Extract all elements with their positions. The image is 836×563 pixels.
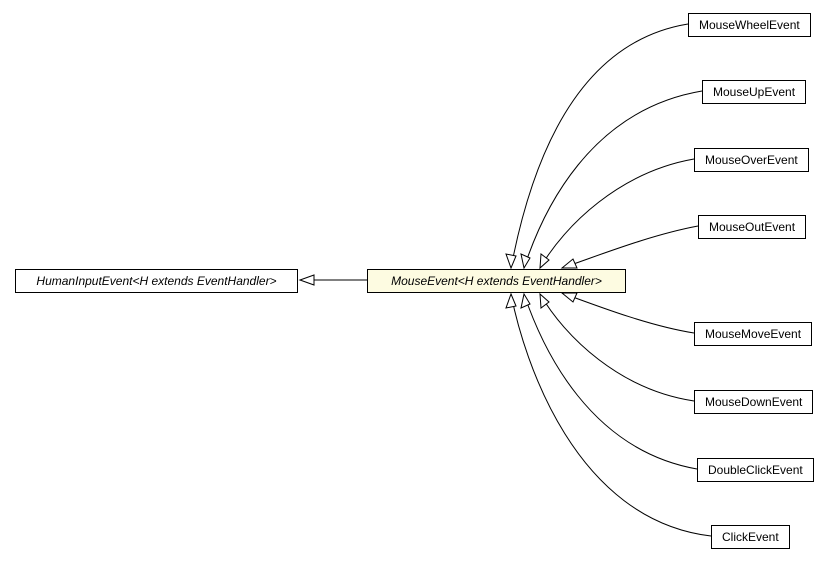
arrowhead-mousewheel (506, 254, 516, 268)
edge-mousedown (540, 294, 694, 401)
edge-mouseup (524, 91, 702, 268)
edge-click (511, 294, 711, 536)
arrowhead-humaninput (300, 275, 314, 285)
arrowhead-doubleclick (521, 294, 530, 308)
node-mouse-wheel-event[interactable]: MouseWheelEvent (688, 13, 811, 37)
edge-mousemove (562, 293, 694, 333)
node-human-input-event[interactable]: HumanInputEvent<H extends EventHandler> (15, 269, 298, 293)
node-mouse-down-event[interactable]: MouseDownEvent (694, 390, 813, 414)
node-mouse-event[interactable]: MouseEvent<H extends EventHandler> (367, 269, 626, 293)
arrowhead-mousedown (540, 294, 549, 308)
arrowhead-mouseup (521, 254, 530, 268)
node-click-event[interactable]: ClickEvent (711, 525, 790, 549)
arrowhead-mouseover (540, 254, 549, 268)
arrowhead-mouseout (562, 259, 577, 268)
node-mouse-move-event[interactable]: MouseMoveEvent (694, 322, 812, 346)
node-mouse-out-event[interactable]: MouseOutEvent (698, 215, 806, 239)
edge-mouseout (562, 226, 698, 268)
arrowhead-click (506, 294, 516, 308)
edge-mousewheel (511, 24, 688, 268)
node-mouse-over-event[interactable]: MouseOverEvent (694, 148, 809, 172)
arrowhead-mousemove (562, 293, 577, 302)
node-double-click-event[interactable]: DoubleClickEvent (697, 458, 814, 482)
edge-mouseover (540, 159, 694, 268)
edge-doubleclick (524, 294, 697, 469)
node-mouse-up-event[interactable]: MouseUpEvent (702, 80, 806, 104)
